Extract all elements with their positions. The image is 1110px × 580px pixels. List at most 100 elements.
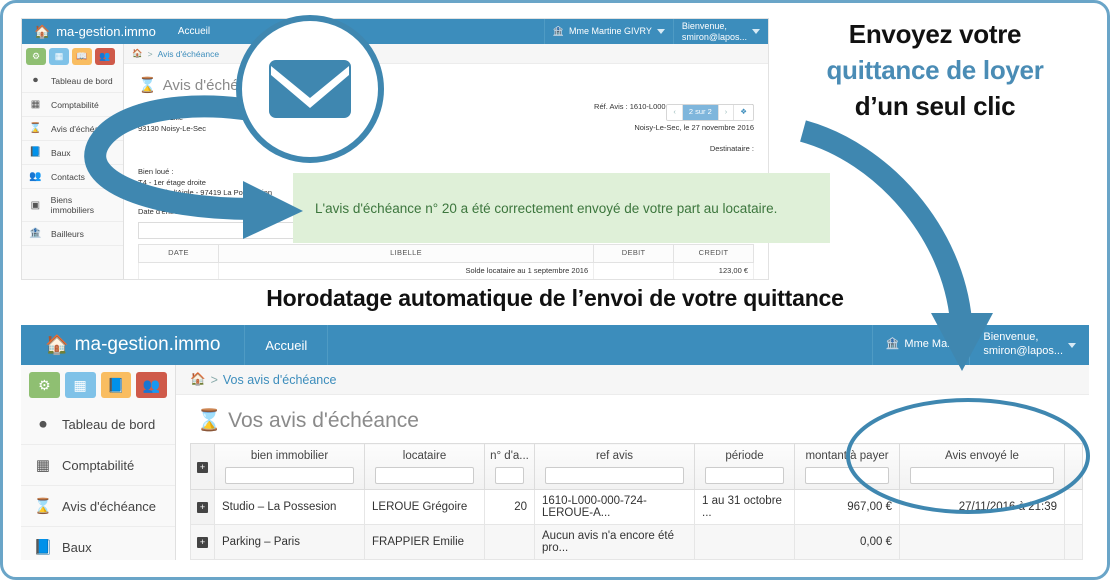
cell-num: [484, 559, 535, 560]
sidebar-item-tableau-de-bord[interactable]: ⏺ Tableau de bord: [22, 69, 123, 93]
accounting-tile[interactable]: ▦: [49, 48, 69, 65]
cell-locataire: CHALUT Carine: [364, 559, 485, 560]
headline-line1: Envoyez votre: [848, 19, 1022, 49]
filter-montant[interactable]: [805, 467, 889, 484]
sidebar-item-baux[interactable]: 📘 Baux: [22, 141, 123, 165]
breadcrumb-current[interactable]: Avis d'échéance: [158, 49, 219, 59]
pager-prev[interactable]: ‹: [667, 105, 683, 120]
contacts-tile[interactable]: 👥: [95, 48, 115, 65]
contacts-tile[interactable]: 👥: [136, 372, 167, 398]
cell-periode: [694, 524, 795, 560]
chevron-down-icon: [752, 29, 760, 34]
cell-ref: 1610-L000-000-724-LEROUE-A...: [534, 489, 695, 525]
dashboard-tile[interactable]: ⚙: [26, 48, 46, 65]
gauge-icon: ⏺: [39, 416, 47, 433]
filter-numero-avis[interactable]: [495, 467, 524, 484]
bank-icon: 🏦: [29, 228, 42, 239]
expand-all-header[interactable]: +: [190, 443, 215, 490]
sidebar-item-comptabilite[interactable]: ▦ Comptabilité: [21, 445, 175, 486]
col-montant-a-payer: montant à payer: [794, 443, 900, 490]
avis-grid: + bien immobilier locataire n° d'a... re…: [190, 443, 1083, 560]
quick-tiles: ⚙ ▦ 📘 👥: [21, 365, 175, 405]
cell-date: [138, 262, 219, 279]
home-icon[interactable]: 🏠: [190, 372, 206, 387]
plus-icon[interactable]: +: [197, 461, 208, 473]
leases-tile[interactable]: 📖: [72, 48, 92, 65]
sidebar-item-avis-decheance[interactable]: ⌛ Avis d'échéance: [21, 486, 175, 527]
nav-accueil[interactable]: Accueil: [168, 19, 220, 44]
expand-row[interactable]: +: [190, 489, 215, 525]
cell-credit: 123,00 €: [673, 262, 754, 279]
entity-selector[interactable]: 🏦 Mme Ma...: [871, 325, 970, 365]
table-row[interactable]: + T2 – Saint Germain CHALUT Carine Aucun…: [190, 559, 1083, 560]
refresh-icon[interactable]: ❖: [734, 105, 753, 120]
entity-label: Mme Martine GIVRY: [568, 26, 652, 37]
top-navbar: 🏠 ma-gestion.immo Accueil 🏦 Mme Martine …: [22, 19, 768, 44]
headline: Envoyez votre quittance de loyer d’un se…: [785, 17, 1085, 125]
people-icon: 👥: [29, 171, 42, 182]
bottom-content: 🏠 > Vos avis d'échéance ⌛ Vos avis d'éch…: [176, 365, 1089, 560]
letter-place-date: Noisy-Le-Sec, le 27 novembre 2016: [634, 122, 754, 132]
bottom-sidebar: ⚙ ▦ 📘 👥 ⏺ Tableau de bord ▦ Comptabilité…: [21, 365, 176, 560]
plus-icon[interactable]: +: [197, 537, 208, 548]
pager-next[interactable]: ›: [718, 105, 735, 120]
page-title: ⌛ Avis d'échéance 🗋: [124, 64, 768, 96]
brand-label: ma-gestion.immo: [56, 24, 156, 39]
col-label: période: [725, 450, 764, 462]
sidebar-label: Tableau de bord: [51, 75, 113, 86]
letter-destinataire: Destinataire :: [709, 143, 754, 153]
expand-row[interactable]: +: [190, 524, 215, 560]
promo-frame: 🏠 ma-gestion.immo Accueil 🏦 Mme Martine …: [0, 0, 1110, 580]
table-row[interactable]: + Studio – La Possesion LEROUE Grégoire …: [190, 489, 1083, 525]
filter-ref-avis[interactable]: [545, 467, 684, 484]
envelope-badge: [236, 15, 384, 163]
sidebar-label: Comptabilité: [62, 457, 135, 473]
col-numero-avis: n° d'a...: [484, 443, 535, 490]
sidebar-item-baux[interactable]: 📘 Baux: [21, 527, 175, 560]
brand[interactable]: 🏠 ma-gestion.immo: [22, 19, 168, 44]
sidebar-item-comptabilite[interactable]: ▦ Comptabilité: [22, 93, 123, 117]
account-menu[interactable]: Bienvenue, smiron@lapos...: [672, 19, 768, 44]
account-menu[interactable]: Bienvenue, smiron@lapos...: [969, 325, 1089, 365]
welcome-line2: smiron@lapos...: [983, 345, 1063, 357]
sidebar-item-biens-immobiliers[interactable]: ▣ Biens immobiliers: [22, 189, 123, 222]
top-sidebar: ⚙ ▦ 📖 👥 ⏺ Tableau de bord ▦ Comptabilité…: [22, 44, 124, 279]
home-icon[interactable]: 🏠: [132, 48, 143, 59]
calculator-icon: ▦: [30, 99, 41, 110]
table-row[interactable]: + Parking – Paris FRAPPIER Emilie Aucun …: [190, 524, 1083, 560]
sidebar-item-contacts[interactable]: 👥 Contacts: [22, 165, 123, 189]
bottom-navbar: 🏠 ma-gestion.immo Accueil 🏦 Mme Ma... Bi…: [21, 325, 1089, 365]
chevron-down-icon: [1068, 342, 1076, 348]
brand[interactable]: 🏠 ma-gestion.immo: [21, 325, 244, 365]
dashboard-tile[interactable]: ⚙: [29, 372, 60, 398]
nav-accueil[interactable]: Accueil: [244, 325, 329, 365]
col-spacer: [1064, 443, 1083, 490]
welcome-line1: Bienvenue,: [983, 331, 1039, 344]
page-title: ⌛ Vos avis d'échéance: [176, 395, 1089, 443]
accounting-tile[interactable]: ▦: [64, 372, 96, 398]
cell-spacer: [1064, 489, 1083, 525]
filter-periode[interactable]: [705, 467, 784, 484]
sidebar-item-tableau-de-bord[interactable]: ⏺ Tableau de bord: [21, 405, 175, 445]
entity-selector[interactable]: 🏦 Mme Martine GIVRY: [543, 19, 673, 44]
bottom-body: ⚙ ▦ 📘 👥 ⏺ Tableau de bord ▦ Comptabilité…: [21, 365, 1089, 560]
building-icon: ▣: [30, 199, 41, 211]
gauge-icon: ⏺: [33, 75, 38, 86]
filter-locataire[interactable]: [375, 467, 474, 484]
breadcrumb-separator: >: [147, 48, 153, 59]
plus-icon[interactable]: +: [197, 502, 208, 513]
breadcrumb: 🏠 > Avis d'échéance: [124, 44, 768, 64]
caption: Horodatage automatique de l’envoi de vot…: [266, 285, 844, 311]
letter-table-header-row: DATE LIBELLE DEBIT CREDIT: [138, 244, 754, 263]
leases-tile[interactable]: 📘: [100, 372, 132, 398]
filter-bien-immobilier[interactable]: [225, 467, 354, 484]
sidebar-item-avis-decheance[interactable]: ⌛ Avis d'échéance: [22, 117, 123, 141]
expand-row[interactable]: +: [190, 559, 215, 560]
filter-avis-envoye-le[interactable]: [910, 467, 1054, 484]
bank-icon: 🏦: [552, 26, 564, 37]
cell-libelle: Solde locataire au 1 septembre 2016: [217, 262, 595, 279]
breadcrumb-current[interactable]: Vos avis d'échéance: [223, 373, 337, 387]
grid-header-row: + bien immobilier locataire n° d'a... re…: [190, 443, 1083, 490]
col-avis-envoye-le: Avis envoyé le: [899, 443, 1065, 490]
sidebar-item-bailleurs[interactable]: 🏦 Bailleurs: [22, 222, 123, 246]
